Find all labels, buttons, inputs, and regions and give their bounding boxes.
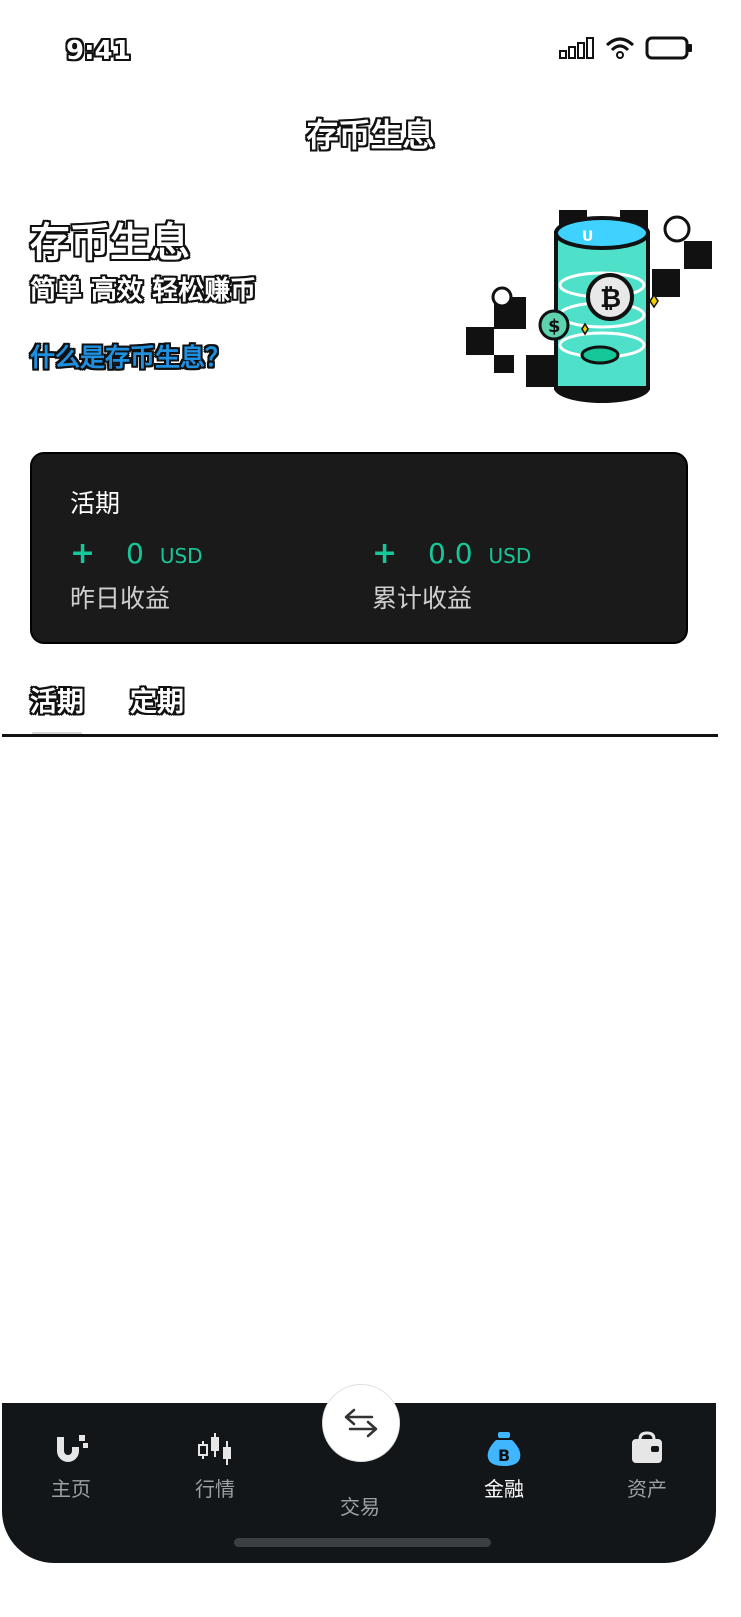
product-tabs: 活期 定期 [30,680,184,739]
status-time: 9:41 [66,36,131,66]
candlestick-icon [198,1433,231,1465]
plus-sign: + [372,536,398,571]
svg-text:₿: ₿ [600,284,621,314]
nav-label: 金融 [484,1477,524,1501]
nav-assets[interactable]: 资产 [592,1431,702,1502]
stat-unit: USD [159,544,203,568]
wallet-bag-icon [632,1431,662,1463]
plus-sign: + [70,536,96,571]
home-logo-icon [57,1435,88,1462]
nav-label: 交易 [340,1495,380,1519]
nav-home[interactable]: 主页 [16,1431,126,1502]
status-icons [559,36,693,60]
nav-market[interactable]: 行情 [160,1431,270,1502]
what-is-staking-link[interactable]: 什么是存币生息？ [30,338,230,374]
stat-unit: USD [488,544,532,568]
nav-finance[interactable]: B 金融 [449,1431,559,1502]
stat-value: 0.0 [428,537,473,570]
cumulative-earnings: + 0.0 USD 累计收益 [372,536,531,615]
stat-label: 昨日收益 [70,584,171,613]
nav-label: 行情 [195,1477,235,1501]
coin-jar-illustration: U ₿ $ [466,210,712,403]
svg-text:U: U [582,229,593,245]
nav-label: 资产 [627,1477,667,1501]
hero-title: 存币生息 [30,220,190,266]
wifi-icon [605,37,635,59]
trade-button[interactable] [322,1384,400,1462]
nav-trade[interactable]: 交易 [305,1485,415,1520]
swap-icon [344,1408,378,1438]
stat-value: 0 [126,537,144,570]
tabs-divider [2,734,718,737]
screen: 9:41 存币生息 存币生息 简单 高效 轻松赚币 什么是存币生息？ U ₿ $… [0,0,741,1617]
signal-icon [559,37,594,59]
card-title: 活期 [70,489,121,518]
yesterday-earnings: + 0 USD 昨日收益 [70,536,203,615]
page-title: 存币生息 [306,116,435,154]
tab-flexible[interactable]: 活期 [30,680,84,739]
earnings-card: 活期 + 0 USD 昨日收益 + 0.0 USD 累计收益 [30,452,688,644]
nav-label: 主页 [51,1477,91,1501]
svg-text:B: B [498,1446,510,1465]
stat-label: 累计收益 [372,584,473,613]
battery-icon [645,36,692,60]
hero-subtitle: 简单 高效 轻松赚币 [30,276,257,306]
tab-fixed[interactable]: 定期 [130,680,184,739]
svg-text:$: $ [548,316,561,337]
home-indicator [234,1538,491,1547]
money-bag-icon: B [487,1432,521,1466]
